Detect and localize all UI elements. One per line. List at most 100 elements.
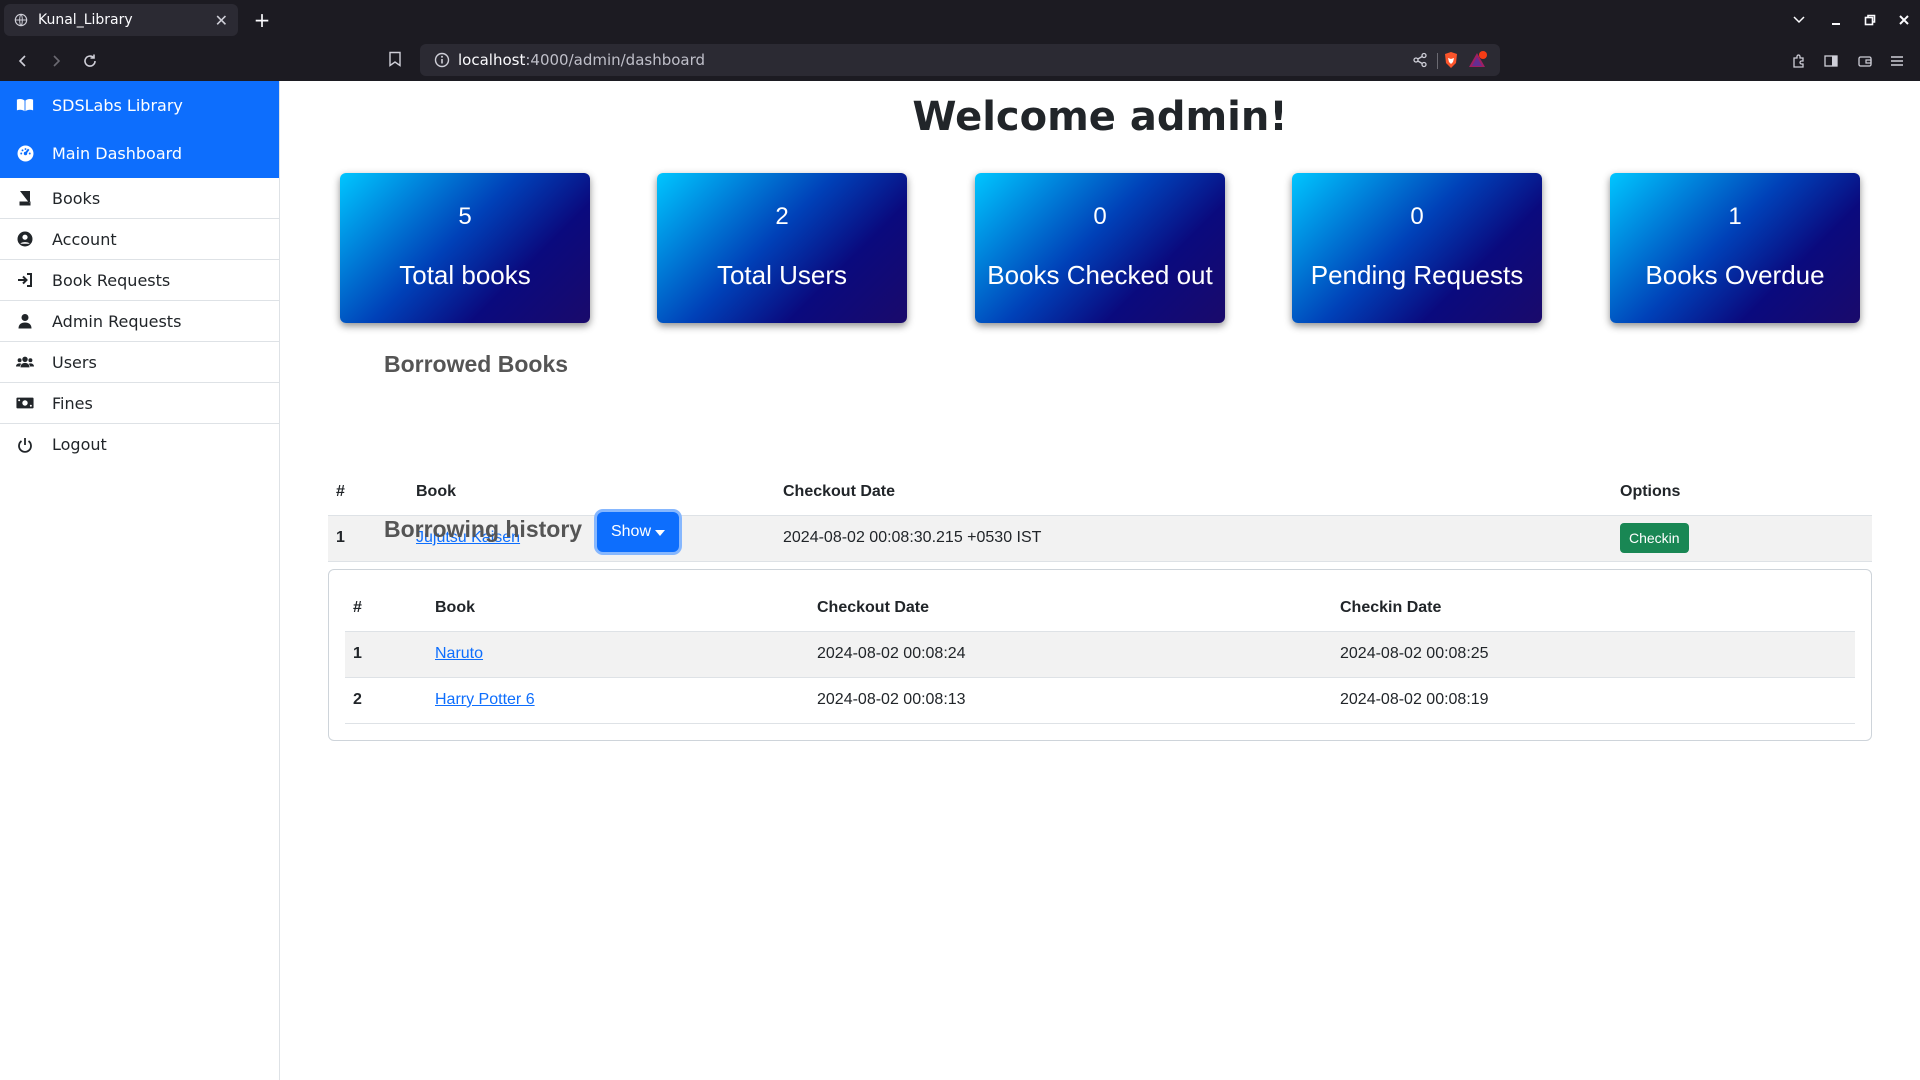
- stat-label: Books Checked out: [987, 260, 1213, 290]
- column-header: #: [328, 470, 408, 516]
- sidebar-item-label: Admin Requests: [52, 311, 182, 331]
- sidebar-item-books[interactable]: Books: [0, 178, 279, 219]
- table-header-row: # Book Checkout Date Options: [328, 470, 1872, 516]
- close-window-icon[interactable]: [1890, 10, 1918, 30]
- brave-rewards-icon[interactable]: [1468, 51, 1488, 69]
- sidebar-item-label: Main Dashboard: [52, 144, 183, 163]
- checkout-date-cell: 2024-08-02 00:08:24: [809, 631, 1332, 678]
- site-info-icon[interactable]: [434, 52, 450, 68]
- sidebar-item-book-requests[interactable]: Book Requests: [0, 260, 279, 301]
- bookmark-icon[interactable]: [388, 51, 404, 69]
- borrowing-history-table: # Book Checkout Date Checkin Date 1 Naru…: [345, 586, 1855, 724]
- back-icon[interactable]: [10, 48, 36, 74]
- sidebar-item-users[interactable]: Users: [0, 342, 279, 383]
- column-header: Checkout Date: [809, 586, 1332, 632]
- book-cell: Harry Potter 6: [427, 677, 809, 724]
- user-circle-icon: [16, 230, 34, 248]
- column-header: Checkout Date: [775, 470, 1612, 516]
- brand-label: SDSLabs Library: [52, 95, 183, 115]
- column-header: #: [345, 586, 427, 632]
- chevron-down-icon[interactable]: [1785, 10, 1813, 30]
- toggle-label: Show: [610, 523, 652, 540]
- caret-down-icon: [655, 523, 666, 541]
- row-index: 2: [345, 677, 427, 724]
- url-path: :4000/admin/dashboard: [525, 51, 706, 69]
- browser-tab-bar: Kunal_Library ✕ +: [0, 0, 1920, 40]
- book-icon: [16, 189, 34, 207]
- stat-label: Books Overdue: [1645, 260, 1825, 290]
- url-text[interactable]: localhost:4000/admin/dashboard: [458, 51, 705, 69]
- url-host: localhost: [458, 51, 526, 69]
- table-row: 2 Harry Potter 6 2024-08-02 00:08:13 202…: [345, 677, 1855, 724]
- stat-value: 1: [1728, 203, 1742, 230]
- sidebar-item-label: Book Requests: [52, 270, 171, 290]
- stat-card-books-checked-out: 0 Books Checked out: [975, 173, 1225, 323]
- stat-card-pending-requests: 0 Pending Requests: [1292, 173, 1542, 323]
- sidebar-item-label: Logout: [52, 435, 107, 454]
- menu-icon[interactable]: [1884, 48, 1910, 74]
- sidebar-toggle-icon[interactable]: [1818, 48, 1844, 74]
- options-cell: Checkin: [1612, 515, 1872, 562]
- user-tie-icon: [16, 312, 34, 330]
- checkout-date-cell: 2024-08-02 00:08:30.215 +0530 IST: [775, 515, 1612, 562]
- borrowing-history-card: # Book Checkout Date Checkin Date 1 Naru…: [328, 569, 1872, 741]
- share-icon[interactable]: [1412, 52, 1428, 68]
- forward-icon[interactable]: [43, 48, 69, 74]
- column-header: Options: [1612, 470, 1872, 516]
- borrowing-history-title: Borrowing history: [384, 516, 583, 542]
- stat-label: Total books: [399, 260, 531, 290]
- money-icon: [16, 394, 34, 412]
- table-header-row: # Book Checkout Date Checkin Date: [345, 586, 1855, 632]
- sidebar-brand[interactable]: SDSLabs Library: [0, 81, 279, 129]
- sidebar: SDSLabs Library Main Dashboard Books Acc…: [0, 81, 280, 1080]
- new-tab-button[interactable]: +: [250, 8, 274, 32]
- users-icon: [16, 353, 34, 371]
- stat-card-books-overdue: 1 Books Overdue: [1610, 173, 1860, 323]
- column-header: Book: [427, 586, 809, 632]
- address-bar[interactable]: localhost:4000/admin/dashboard: [420, 44, 1500, 76]
- checkin-button[interactable]: Checkin: [1620, 523, 1689, 553]
- stat-label: Total Users: [716, 260, 848, 290]
- checkin-date-cell: 2024-08-02 00:08:19: [1332, 677, 1855, 724]
- dashboard-icon: [16, 145, 34, 163]
- sidebar-item-admin-requests[interactable]: Admin Requests: [0, 301, 279, 342]
- column-header: Book: [408, 470, 775, 516]
- sign-in-icon: [16, 271, 34, 289]
- sidebar-item-logout[interactable]: Logout: [0, 424, 279, 465]
- extensions-icon[interactable]: [1786, 48, 1812, 74]
- main-content: Welcome admin! 5 Total books 2 Total Use…: [280, 81, 1920, 1080]
- stat-label: Pending Requests: [1310, 260, 1524, 290]
- restore-icon[interactable]: [1856, 10, 1884, 30]
- sidebar-item-label: Books: [52, 188, 101, 208]
- power-icon: [16, 436, 34, 454]
- browser-tab[interactable]: Kunal_Library ✕: [4, 4, 238, 36]
- close-tab-icon[interactable]: ✕: [215, 11, 228, 30]
- stat-card-total-users: 2 Total Users: [657, 173, 907, 323]
- brave-shields-icon[interactable]: [1442, 51, 1460, 69]
- page-title: Welcome admin!: [912, 94, 1288, 140]
- sidebar-item-main-dashboard[interactable]: Main Dashboard: [0, 129, 279, 178]
- book-link[interactable]: Harry Potter 6: [435, 691, 535, 708]
- book-cell: Naruto: [427, 631, 809, 678]
- sidebar-item-label: Fines: [52, 393, 93, 413]
- reload-icon[interactable]: [77, 48, 103, 74]
- book-link[interactable]: Naruto: [435, 645, 483, 662]
- show-history-toggle[interactable]: Show: [597, 512, 679, 552]
- column-header: Checkin Date: [1332, 586, 1855, 632]
- checkin-date-cell: 2024-08-02 00:08:25: [1332, 631, 1855, 678]
- borrowed-books-title: Borrowed Books: [384, 351, 569, 377]
- browser-nav-bar: localhost:4000/admin/dashboard: [0, 40, 1920, 81]
- sidebar-item-account[interactable]: Account: [0, 219, 279, 260]
- minimize-icon[interactable]: [1822, 10, 1850, 30]
- stat-value: 0: [1093, 203, 1107, 230]
- stat-value: 5: [458, 203, 472, 230]
- tab-title: Kunal_Library: [38, 12, 133, 28]
- globe-icon: [14, 13, 28, 27]
- wallet-icon[interactable]: [1852, 48, 1878, 74]
- row-index: 1: [345, 631, 427, 678]
- sidebar-item-label: Account: [52, 229, 117, 249]
- book-open-icon: [16, 96, 34, 114]
- sidebar-item-fines[interactable]: Fines: [0, 383, 279, 424]
- checkout-date-cell: 2024-08-02 00:08:13: [809, 677, 1332, 724]
- stat-card-total-books: 5 Total books: [340, 173, 590, 323]
